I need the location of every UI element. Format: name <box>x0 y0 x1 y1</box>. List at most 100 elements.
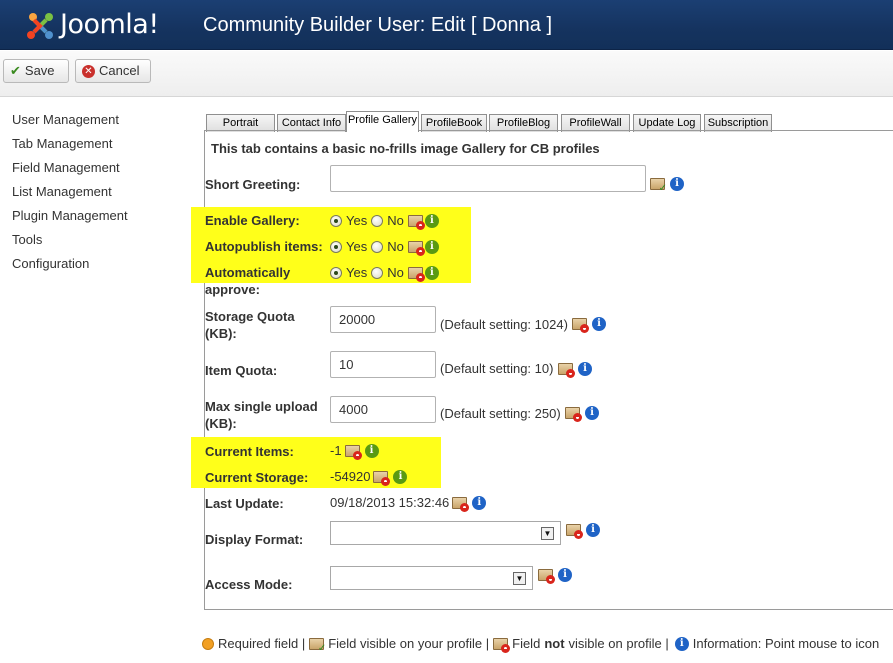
info-icon[interactable]: i <box>364 443 379 458</box>
app-header: Joomla! Community Builder User: Edit [ D… <box>0 0 893 50</box>
legend-field-word: Field <box>512 636 541 651</box>
yes-label: Yes <box>346 265 368 280</box>
save-button[interactable]: ✔ Save <box>3 59 69 83</box>
field-not-visible-icon <box>538 569 555 584</box>
max-upload-icons: i <box>565 406 599 422</box>
display-format-select[interactable]: ▼ <box>330 521 561 545</box>
logo-text: Joomla! <box>60 9 159 40</box>
field-not-visible-icon <box>373 470 391 486</box>
field-not-visible-icon <box>407 240 425 256</box>
legend-information: Information: Point mouse to icon <box>692 636 880 651</box>
short-greeting-input[interactable] <box>330 165 646 192</box>
autopublish-radio-group: Yes No i <box>330 238 439 256</box>
max-upload-input[interactable] <box>330 396 436 423</box>
storage-quota-label: Storage Quota (KB): <box>205 309 295 341</box>
field-not-visible-icon <box>407 214 425 230</box>
info-icon[interactable]: i <box>424 213 439 228</box>
last-update-label: Last Update: <box>205 496 284 511</box>
chevron-down-icon[interactable]: ▼ <box>541 527 554 540</box>
field-not-visible-icon <box>452 496 470 512</box>
enable-gallery-radio-group: Yes No i <box>330 212 439 230</box>
field-not-visible-icon <box>572 318 589 333</box>
field-not-visible-icon <box>565 407 582 422</box>
storage-quota-default: (Default setting: 1024) <box>440 317 568 332</box>
last-update-value: 09/18/2013 15:32:46 <box>330 495 450 510</box>
sidebar-item-tab-management[interactable]: Tab Management <box>12 135 128 159</box>
field-visible-icon <box>650 178 667 194</box>
info-icon[interactable]: i <box>586 523 600 537</box>
max-upload-default: (Default setting: 250) <box>440 406 561 421</box>
no-label: No <box>387 265 404 280</box>
legend-not-visible: visible on profile | <box>568 636 669 651</box>
info-icon[interactable]: i <box>393 469 408 484</box>
yes-label: Yes <box>346 239 368 254</box>
page-title: Community Builder User: Edit [ Donna ] <box>203 14 553 36</box>
auto-approve-yes-radio[interactable] <box>330 266 342 279</box>
field-not-visible-icon <box>493 637 511 653</box>
autopublish-label: Autopublish items: <box>205 239 323 254</box>
checkmark-icon: ✔ <box>10 63 21 78</box>
info-icon[interactable]: i <box>424 265 439 280</box>
info-icon[interactable]: i <box>585 406 599 420</box>
current-storage-row: -54920 i <box>330 469 408 486</box>
sidebar-item-plugin-management[interactable]: Plugin Management <box>12 207 128 231</box>
item-quota-icons: i <box>558 362 592 378</box>
cancel-button-label: Cancel <box>99 63 140 78</box>
info-icon[interactable]: i <box>592 317 606 331</box>
legend-visible: Field visible on your profile | <box>328 636 490 651</box>
info-icon[interactable]: i <box>424 239 439 254</box>
toolbar: ✔ Save ✕ Cancel <box>0 51 893 97</box>
sidebar-item-configuration[interactable]: Configuration <box>12 255 128 279</box>
current-items-label: Current Items: <box>205 444 294 459</box>
info-icon[interactable]: i <box>472 495 487 510</box>
current-items-value: -1 <box>330 443 342 458</box>
auto-approve-no-radio[interactable] <box>371 266 384 279</box>
field-not-visible-icon <box>558 363 575 378</box>
item-quota-input[interactable] <box>330 351 436 378</box>
access-mode-select[interactable]: ▼ <box>330 566 533 590</box>
sidebar-item-user-management[interactable]: User Management <box>12 111 128 135</box>
info-icon: i <box>674 636 689 651</box>
item-quota-label: Item Quota: <box>205 363 278 378</box>
display-format-label: Display Format: <box>205 532 304 547</box>
storage-quota-icons: i <box>572 317 606 333</box>
auto-approve-radio-group: Yes No i <box>330 264 439 282</box>
chevron-down-icon[interactable]: ▼ <box>513 572 526 585</box>
field-visible-icon <box>309 637 326 654</box>
max-upload-label: Max single upload (KB): <box>205 399 318 431</box>
legend-required: Required field | <box>218 636 306 651</box>
short-greeting-label: Short Greeting: <box>205 177 301 192</box>
access-mode-label: Access Mode: <box>205 577 293 592</box>
tab-profile-gallery[interactable]: Profile Gallery <box>346 111 419 132</box>
sidebar-item-tools[interactable]: Tools <box>12 231 128 255</box>
current-storage-label: Current Storage: <box>205 470 309 485</box>
enable-gallery-yes-radio[interactable] <box>330 214 342 227</box>
legend-not-word: not <box>544 636 565 651</box>
last-update-row: 09/18/2013 15:32:46 i <box>330 495 487 512</box>
no-label: No <box>387 239 404 254</box>
enable-gallery-label: Enable Gallery: <box>205 213 300 228</box>
yes-label: Yes <box>346 213 368 228</box>
short-greeting-icons: i <box>650 177 684 194</box>
required-field-icon <box>202 637 214 650</box>
current-storage-value: -54920 <box>330 469 371 484</box>
info-icon[interactable]: i <box>578 362 592 376</box>
item-quota-default: (Default setting: 10) <box>440 361 554 376</box>
joomla-logo-icon <box>27 13 53 39</box>
cancel-x-icon: ✕ <box>82 64 95 78</box>
sidebar-item-list-management[interactable]: List Management <box>12 183 128 207</box>
info-icon[interactable]: i <box>670 177 684 191</box>
auto-approve-label: Automatically approve: <box>205 265 291 297</box>
field-not-visible-icon <box>344 444 362 460</box>
save-button-label: Save <box>24 63 55 78</box>
enable-gallery-no-radio[interactable] <box>371 214 384 227</box>
cancel-button[interactable]: ✕ Cancel <box>75 59 151 83</box>
display-format-icons: i <box>566 523 600 539</box>
autopublish-no-radio[interactable] <box>371 240 384 253</box>
current-items-row: -1 i <box>330 443 379 460</box>
info-icon[interactable]: i <box>558 568 572 582</box>
sidebar-item-field-management[interactable]: Field Management <box>12 159 128 183</box>
access-mode-icons: i <box>538 568 572 584</box>
autopublish-yes-radio[interactable] <box>330 240 342 253</box>
storage-quota-input[interactable] <box>330 306 436 333</box>
